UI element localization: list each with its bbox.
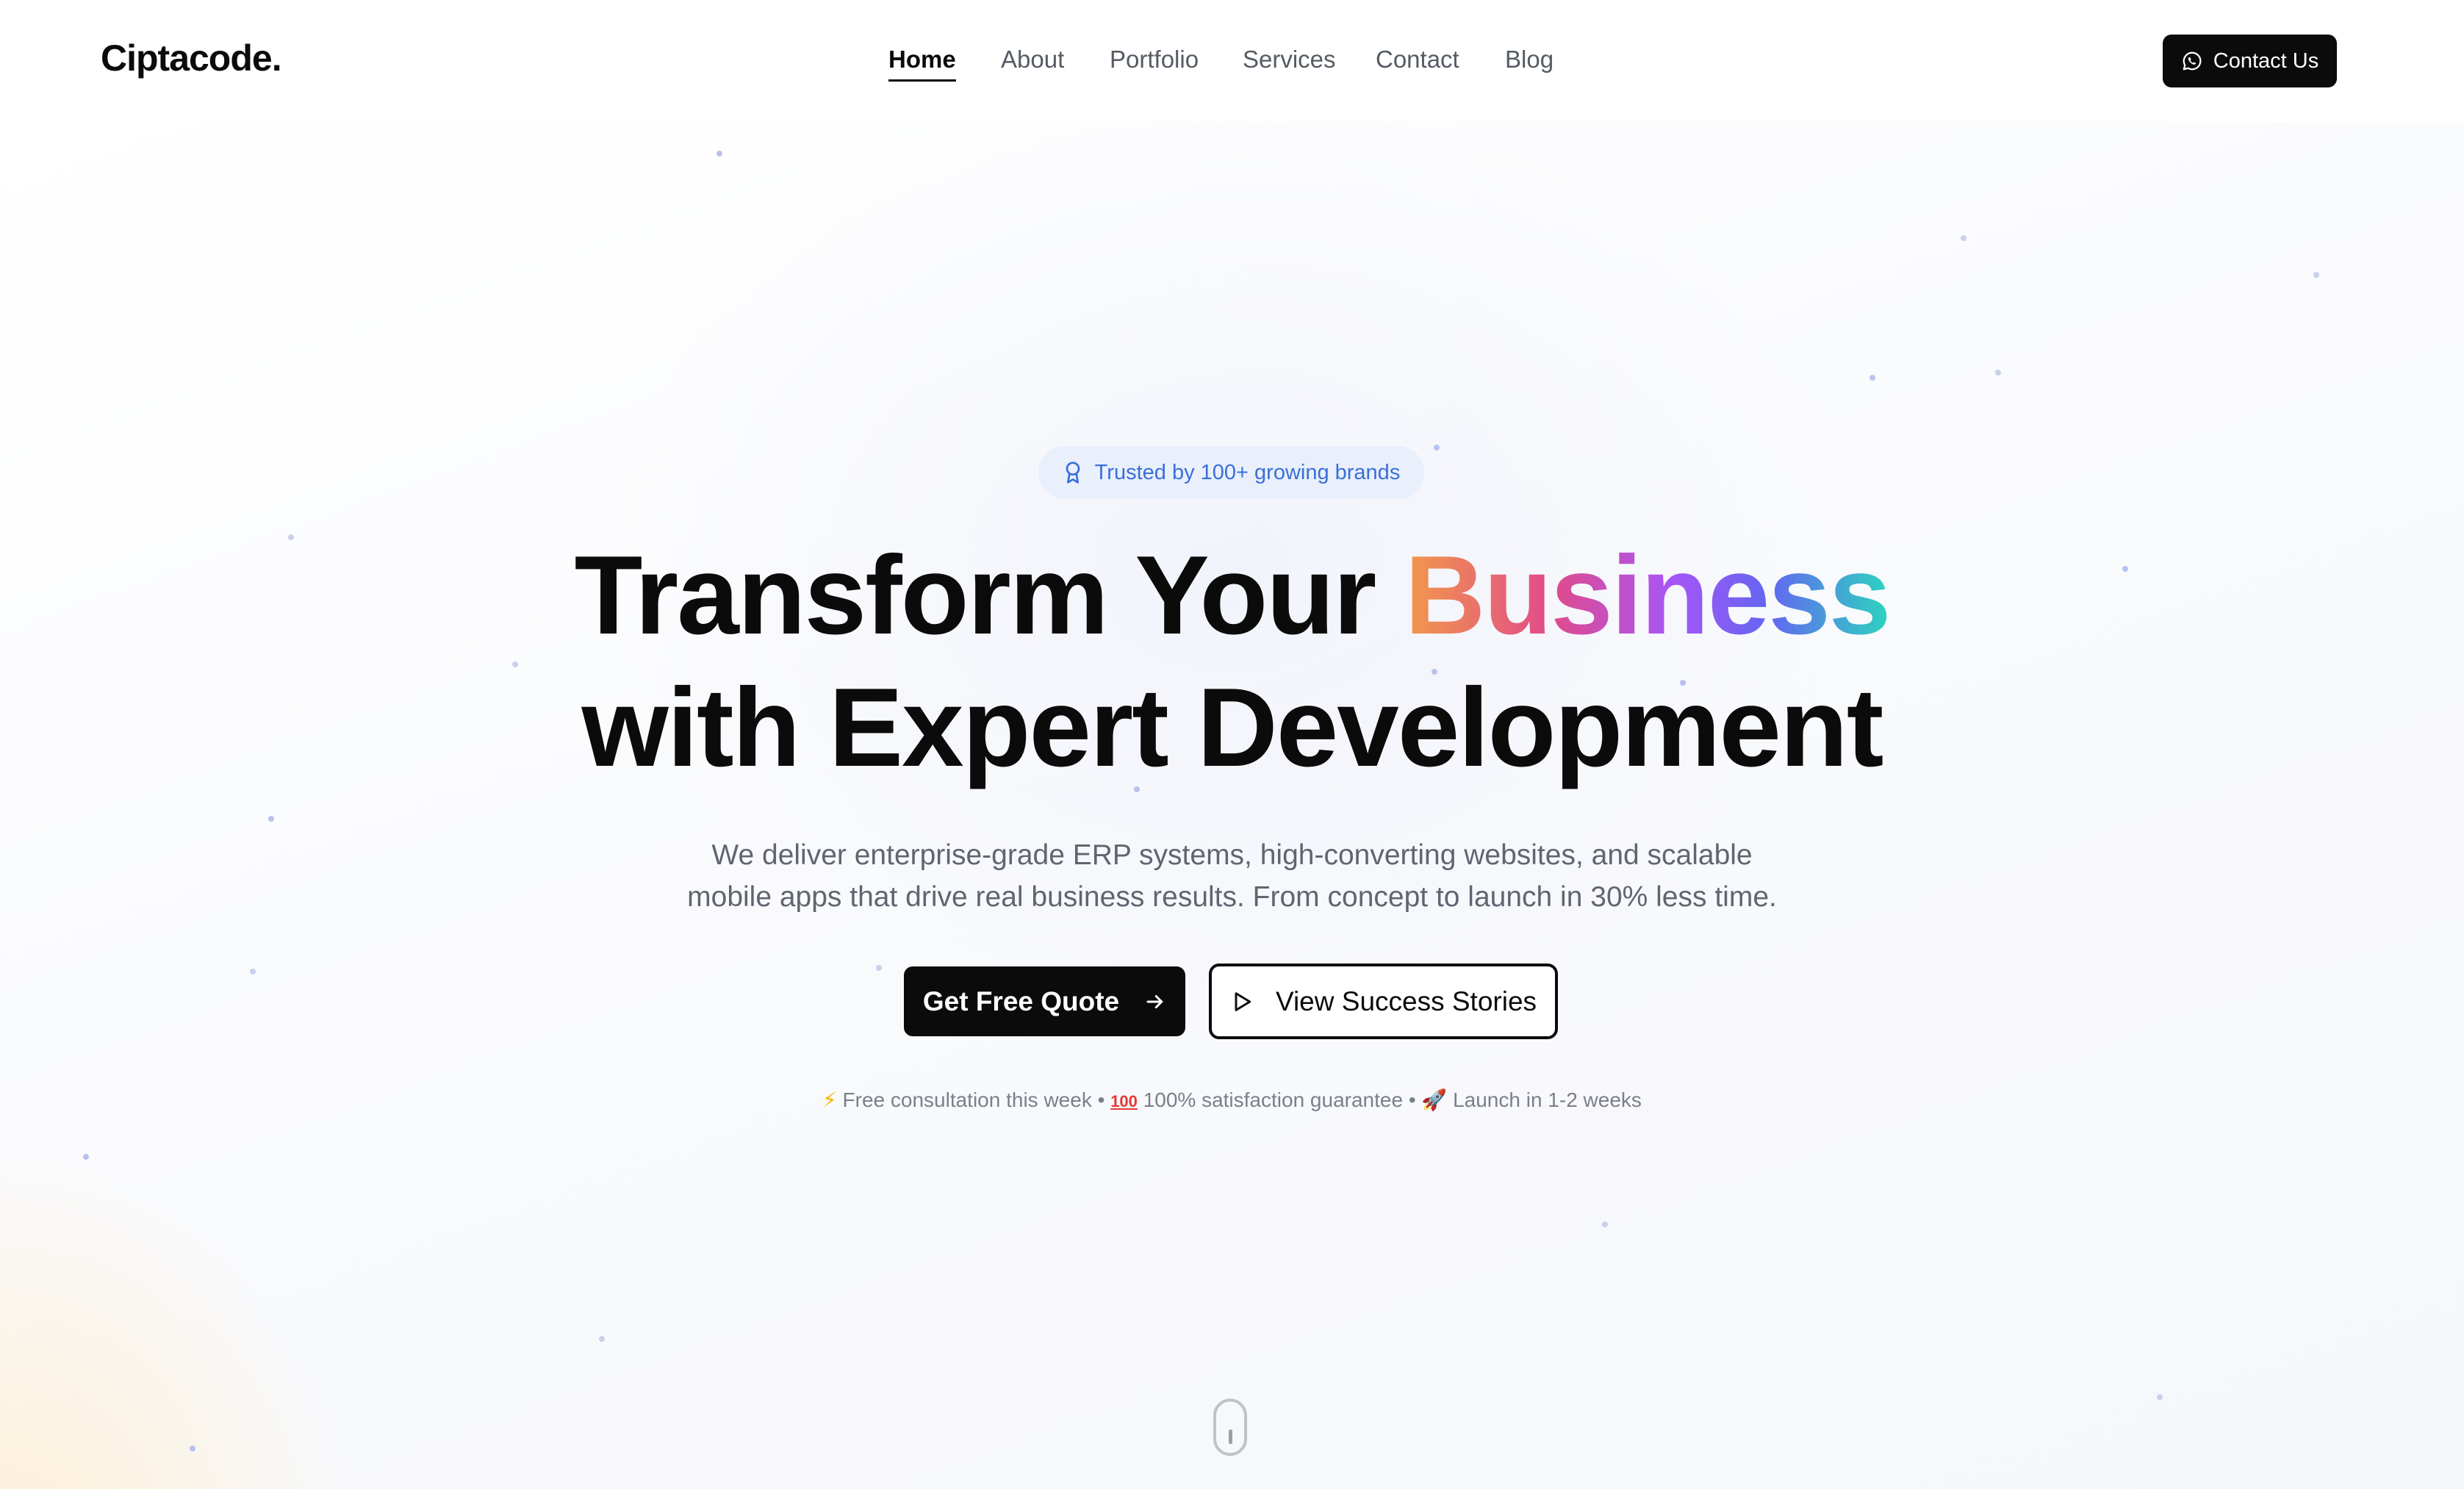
- decor-dot: [1602, 1221, 1608, 1227]
- decor-dot: [268, 816, 274, 822]
- site-header: Ciptacode. Home About Portfolio Services…: [0, 0, 2464, 121]
- decor-dot: [2313, 272, 2319, 278]
- decor-dot: [599, 1336, 605, 1342]
- nav-item-services[interactable]: Services: [1243, 46, 1336, 73]
- contact-us-button[interactable]: Contact Us: [2163, 35, 2337, 87]
- decor-dot: [190, 1446, 195, 1452]
- nav-item-blog[interactable]: Blog: [1505, 46, 1554, 73]
- trust-badge-text: Trusted by 100+ growing brands: [1094, 460, 1401, 484]
- perk-separator: •: [1097, 1088, 1105, 1111]
- lightning-icon: ⚡: [822, 1088, 837, 1112]
- hundred-points-icon: 100: [1110, 1092, 1138, 1111]
- decor-dot: [876, 965, 882, 971]
- decor-dot: [716, 151, 722, 157]
- decor-dot: [1995, 370, 2001, 376]
- subtitle-line1: We deliver enterprise-grade ERP systems,…: [711, 839, 1753, 871]
- get-free-quote-button[interactable]: Get Free Quote: [904, 966, 1185, 1036]
- nav-item-contact[interactable]: Contact: [1376, 46, 1459, 73]
- award-icon: [1066, 462, 1080, 484]
- scroll-down-indicator[interactable]: [1213, 1399, 1247, 1456]
- get-free-quote-label: Get Free Quote: [922, 986, 1120, 1016]
- perk-separator: •: [1408, 1088, 1416, 1111]
- nav-item-label: Home: [888, 46, 956, 73]
- hero-background: [0, 121, 2464, 1489]
- hero-headline: Transform Your Business with Expert Deve…: [0, 529, 2464, 794]
- nav-item-about[interactable]: About: [1001, 46, 1064, 73]
- nav-item-home[interactable]: Home: [888, 46, 956, 82]
- arrow-right-icon: [1146, 994, 1163, 1008]
- decor-dot: [250, 969, 256, 975]
- decor-dot: [83, 1154, 89, 1160]
- scroll-wheel: [1229, 1429, 1232, 1444]
- hero-subtitle: We deliver enterprise-grade ERP systems,…: [0, 834, 2464, 918]
- main-nav: Home About Portfolio Services Contact Bl…: [0, 46, 2464, 90]
- whatsapp-icon: [2183, 51, 2202, 71]
- decor-dot: [2157, 1394, 2163, 1400]
- contact-us-label: Contact Us: [2213, 49, 2319, 73]
- nav-item-portfolio[interactable]: Portfolio: [1110, 46, 1199, 73]
- play-icon: [1235, 991, 1251, 1011]
- trust-badge: Trusted by 100+ growing brands: [1038, 446, 1424, 499]
- perk-satisfaction: 100% satisfaction guarantee: [1143, 1088, 1404, 1111]
- decor-dot: [1961, 235, 1966, 241]
- active-nav-indicator: [888, 79, 956, 82]
- perk-launch: Launch in 1-2 weeks: [1453, 1088, 1642, 1111]
- decor-dot: [1869, 375, 1875, 381]
- view-success-stories-button[interactable]: View Success Stories: [1209, 964, 1558, 1039]
- headline-part1: Transform Your: [574, 533, 1405, 658]
- decor-dot: [1434, 445, 1440, 451]
- view-success-stories-label: View Success Stories: [1275, 986, 1537, 1016]
- headline-highlight: Business: [1404, 533, 1892, 658]
- rocket-icon: 🚀: [1421, 1088, 1448, 1112]
- headline-part2: with Expert Development: [581, 665, 1884, 790]
- perk-free-consultation: Free consultation this week: [842, 1088, 1092, 1111]
- subtitle-line2: mobile apps that drive real business res…: [687, 881, 1777, 913]
- perks-line: ⚡ Free consultation this week • 100 100%…: [0, 1088, 2464, 1112]
